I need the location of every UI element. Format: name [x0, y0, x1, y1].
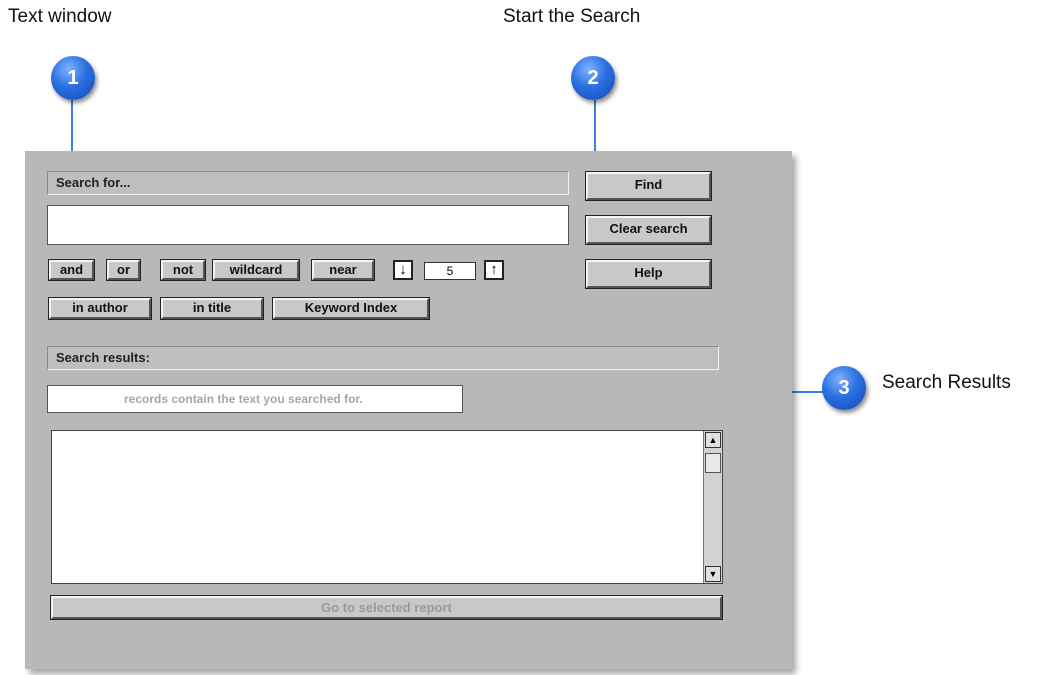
find-button[interactable]: Find	[585, 171, 712, 201]
callout-badge-1: 1	[51, 56, 95, 100]
scroll-down-icon[interactable]: ▼	[705, 566, 721, 582]
search-text-input[interactable]	[47, 205, 569, 245]
search-results-header: Search results:	[47, 346, 719, 370]
callout-label-search-results: Search Results	[882, 372, 1011, 393]
arrow-up-icon[interactable]: ↑	[484, 260, 504, 280]
near-button[interactable]: near	[311, 259, 375, 281]
and-button[interactable]: and	[48, 259, 95, 281]
in-title-button[interactable]: in title	[160, 297, 264, 320]
wildcard-button[interactable]: wildcard	[212, 259, 300, 281]
in-author-button[interactable]: in author	[48, 297, 152, 320]
not-button[interactable]: not	[160, 259, 206, 281]
go-to-selected-report-button[interactable]: Go to selected report	[50, 595, 723, 620]
near-distance-field[interactable]: 5	[424, 262, 476, 280]
results-list[interactable]: ▲ ▼	[51, 430, 723, 584]
scroll-thumb[interactable]	[705, 453, 721, 473]
clear-search-button[interactable]: Clear search	[585, 215, 712, 245]
callout-label-text-window: Text window	[8, 6, 112, 27]
keyword-index-button[interactable]: Keyword Index	[272, 297, 430, 320]
results-scrollbar[interactable]: ▲ ▼	[703, 431, 722, 583]
search-for-header: Search for...	[47, 171, 569, 195]
search-panel: Search for... and or not wildcard near ↓…	[25, 151, 792, 669]
or-button[interactable]: or	[106, 259, 141, 281]
scroll-up-icon[interactable]: ▲	[705, 432, 721, 448]
arrow-down-icon[interactable]: ↓	[393, 260, 413, 280]
help-button[interactable]: Help	[585, 259, 712, 289]
callout-badge-2: 2	[571, 56, 615, 100]
callout-label-start-search: Start the Search	[503, 6, 641, 27]
callout-badge-3: 3	[822, 366, 866, 410]
results-count-field: records contain the text you searched fo…	[47, 385, 463, 413]
